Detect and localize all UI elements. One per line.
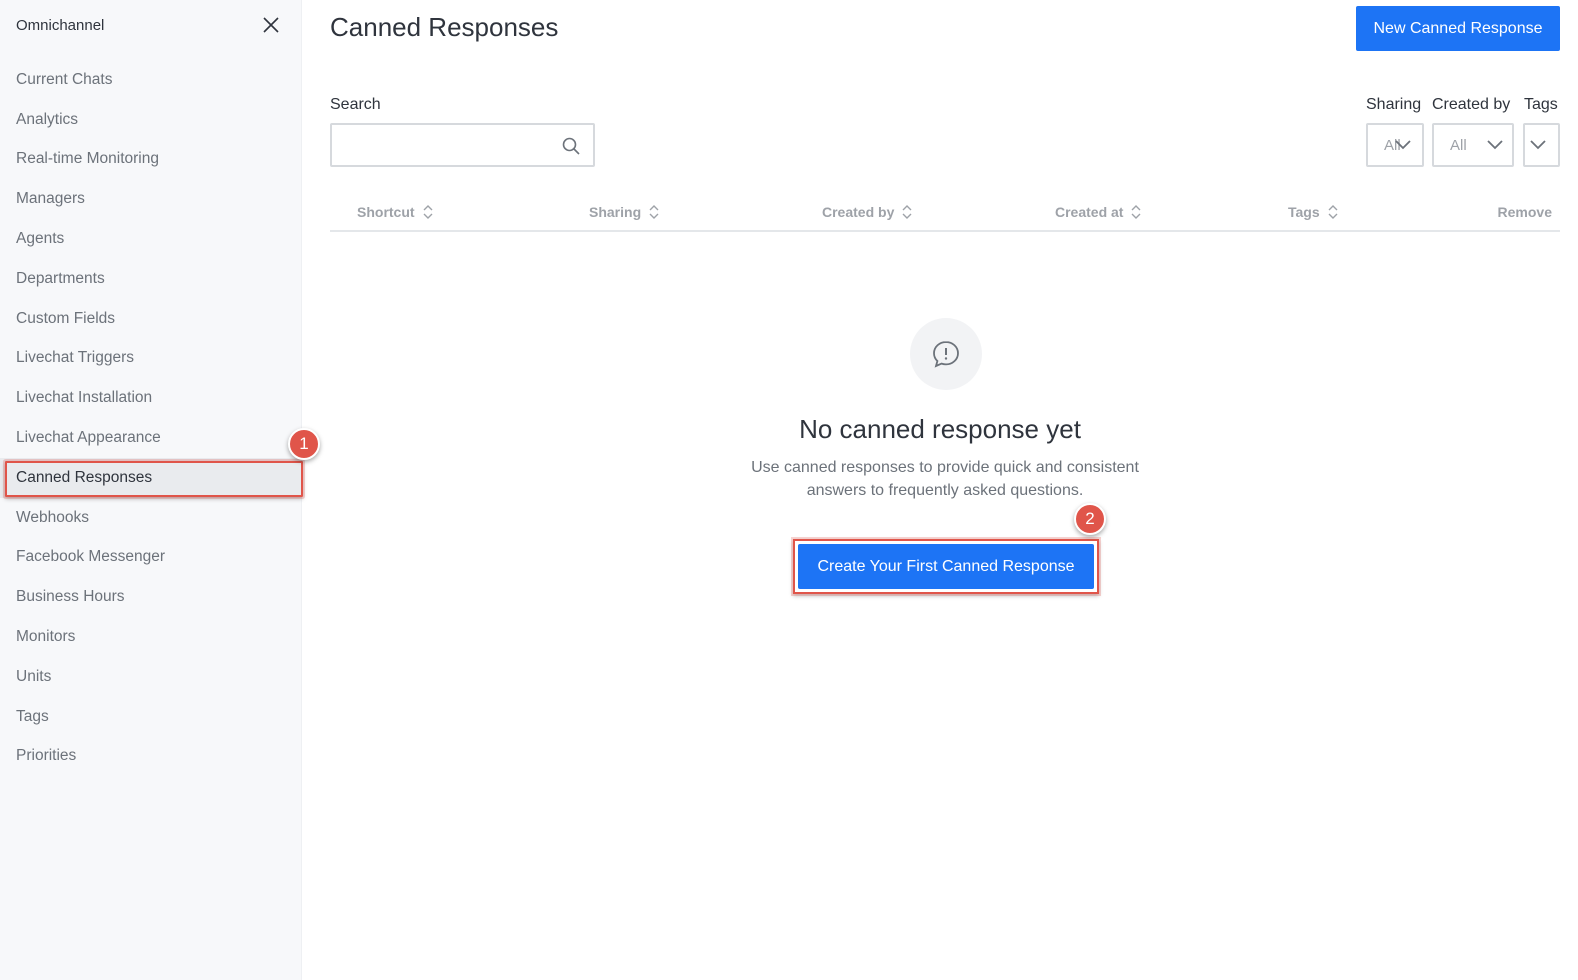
create-first-canned-response-button[interactable]: Create Your First Canned Response xyxy=(798,544,1094,589)
sidebar-item-tags[interactable]: Tags xyxy=(0,697,302,737)
sidebar-header: Omnichannel xyxy=(16,14,282,36)
sidebar-item-label: Managers xyxy=(16,190,85,208)
sidebar-item-label: Livechat Appearance xyxy=(16,429,161,447)
sidebar-item-managers[interactable]: Managers xyxy=(0,179,302,219)
sidebar-item-custom-fields[interactable]: Custom Fields xyxy=(0,299,302,339)
sidebar-item-label: Facebook Messenger xyxy=(16,548,166,566)
sidebar-item-priorities[interactable]: Priorities xyxy=(0,737,302,777)
sidebar-item-label: Units xyxy=(16,667,52,685)
sidebar-item-monitors[interactable]: Monitors xyxy=(0,617,302,657)
sidebar-item-facebook-messenger[interactable]: Facebook Messenger xyxy=(0,538,302,578)
sidebar-item-departments[interactable]: Departments xyxy=(0,259,302,299)
sidebar-item-label: Livechat Triggers xyxy=(16,349,135,367)
sidebar-item-canned-responses[interactable]: Canned Responses xyxy=(0,457,303,498)
sidebar-item-current-chats[interactable]: Current Chats xyxy=(0,60,302,100)
callout-badge-2: 2 xyxy=(1074,503,1106,535)
sidebar-item-label: Canned Responses xyxy=(16,468,153,486)
sidebar: Omnichannel Current Chats Analytics Real… xyxy=(0,0,303,980)
sidebar-item-analytics[interactable]: Analytics xyxy=(0,100,302,140)
sidebar-item-label: Monitors xyxy=(16,628,76,646)
sidebar-item-label: Business Hours xyxy=(16,588,125,606)
sidebar-item-livechat-appearance[interactable]: Livechat Appearance xyxy=(0,418,302,458)
sidebar-item-label: Real-time Monitoring xyxy=(16,150,159,168)
sidebar-item-units[interactable]: Units xyxy=(0,657,302,697)
empty-state-description-line-2: answers to frequently asked questions. xyxy=(806,482,1084,499)
sidebar-item-label: Current Chats xyxy=(16,70,113,88)
sidebar-item-label: Priorities xyxy=(16,747,77,765)
close-icon[interactable] xyxy=(260,14,282,36)
sidebar-item-business-hours[interactable]: Business Hours xyxy=(0,577,302,617)
sidebar-item-agents[interactable]: Agents xyxy=(0,219,302,259)
empty-state-title: No canned response yet xyxy=(799,414,1081,444)
sidebar-title: Omnichannel xyxy=(16,16,105,34)
sidebar-item-livechat-triggers[interactable]: Livechat Triggers xyxy=(0,339,302,379)
sidebar-item-label: Custom Fields xyxy=(16,309,116,327)
sidebar-item-label: Departments xyxy=(16,269,105,287)
empty-state-description-line-1: Use canned responses to provide quick an… xyxy=(751,459,1139,476)
empty-state-description: Use canned responses to provide quick an… xyxy=(742,456,1148,502)
sidebar-item-livechat-installation[interactable]: Livechat Installation xyxy=(0,378,302,418)
sidebar-item-webhooks[interactable]: Webhooks xyxy=(0,498,302,538)
sidebar-item-label: Agents xyxy=(16,230,65,248)
sidebar-nav: Current Chats Analytics Real-time Monito… xyxy=(0,60,303,777)
sidebar-item-real-time-monitoring[interactable]: Real-time Monitoring xyxy=(0,140,302,180)
sidebar-item-label: Livechat Installation xyxy=(16,389,153,407)
sidebar-item-label: Webhooks xyxy=(16,508,89,526)
sidebar-item-label: Analytics xyxy=(16,110,79,128)
sidebar-item-label: Tags xyxy=(16,707,49,725)
